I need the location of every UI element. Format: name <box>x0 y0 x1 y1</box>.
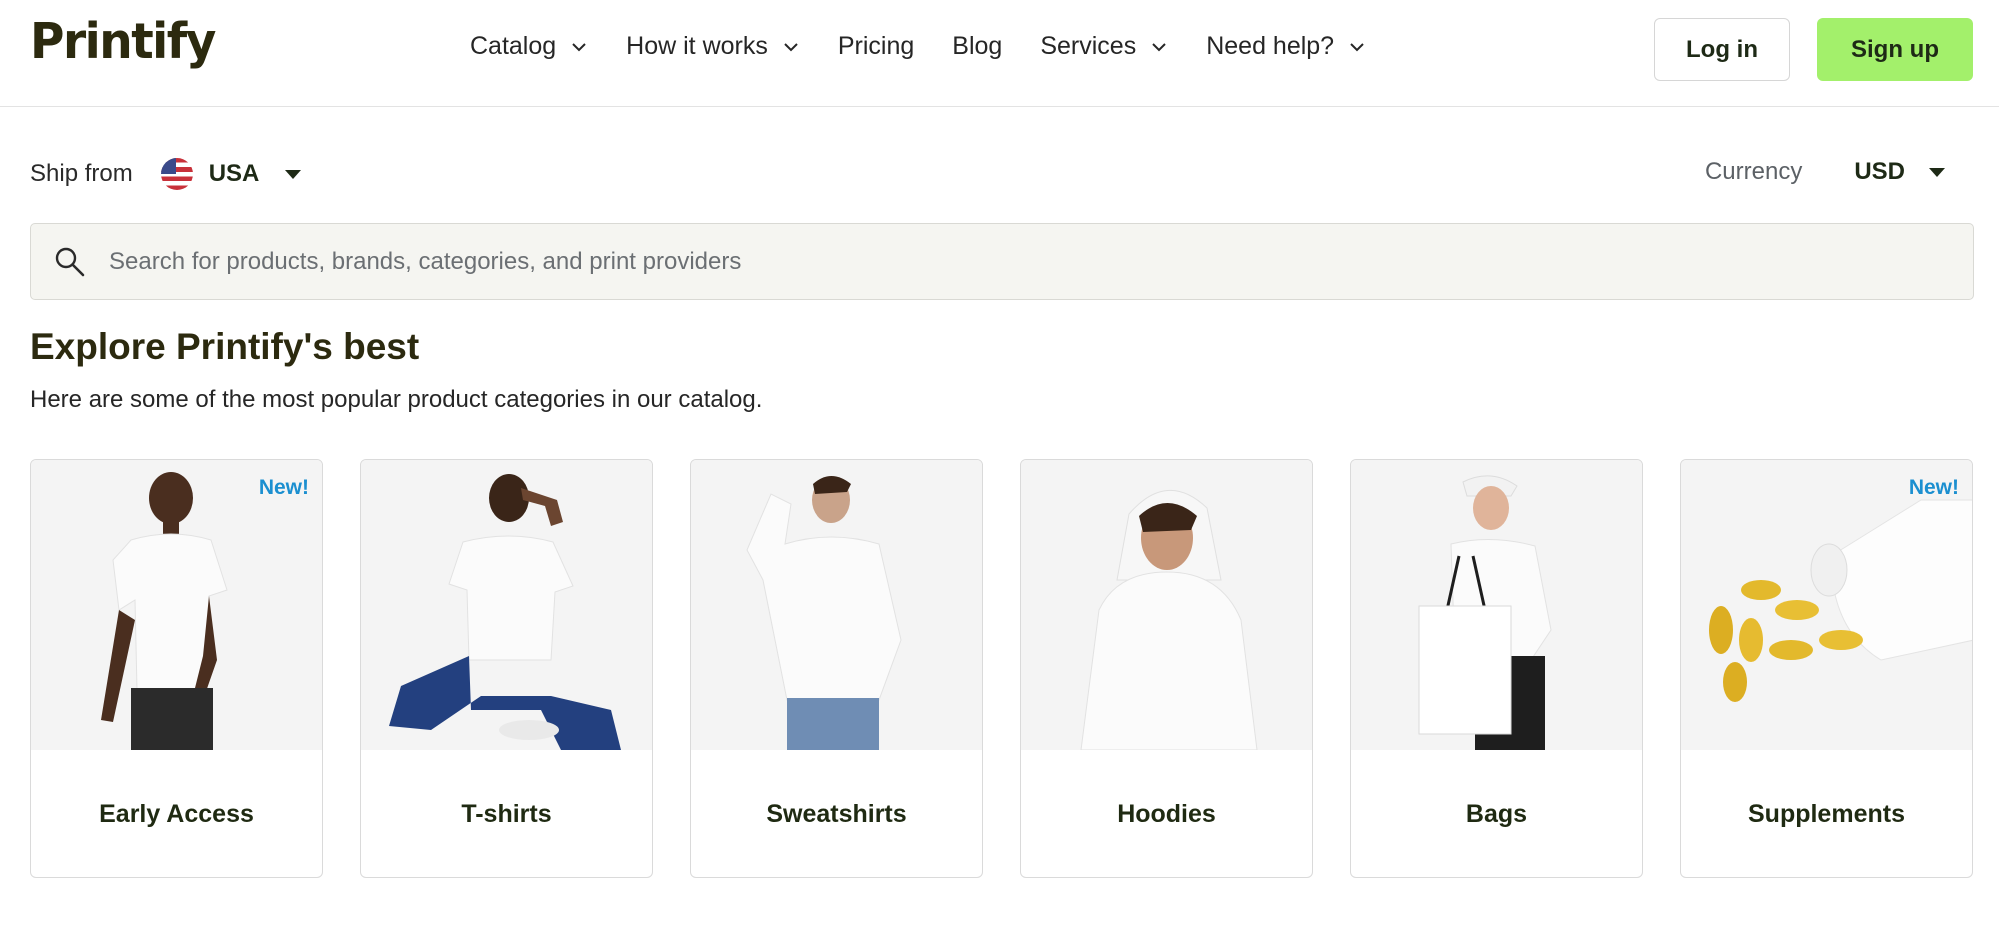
main-nav: Catalog How it works Pricing Blog Servic… <box>470 32 1404 61</box>
category-card-early-access[interactable]: New! Early Access <box>30 459 323 878</box>
chevron-down-icon <box>1152 42 1166 51</box>
category-card-t-shirts[interactable]: T-shirts <box>360 459 653 878</box>
new-badge: New! <box>1908 476 1959 499</box>
product-image <box>361 460 652 750</box>
nav-catalog-label: Catalog <box>470 32 557 60</box>
caret-down-icon[interactable] <box>285 169 302 179</box>
product-image <box>691 460 982 750</box>
nav-services-label: Services <box>1040 32 1137 60</box>
search-bar[interactable] <box>30 223 1974 300</box>
product-image <box>1351 460 1642 750</box>
nav-need-help[interactable]: Need help? <box>1206 32 1366 61</box>
category-label: T-shirts <box>461 799 552 828</box>
search-input[interactable] <box>109 247 1909 276</box>
section-subtitle: Here are some of the most popular produc… <box>30 386 763 413</box>
product-image: New! <box>1681 460 1972 750</box>
currency-label: Currency <box>1704 158 1803 185</box>
search-icon <box>55 247 85 276</box>
login-button[interactable]: Log in <box>1654 18 1790 81</box>
nav-blog[interactable]: Blog <box>952 32 1002 61</box>
category-card-sweatshirts[interactable]: Sweatshirts <box>690 459 983 878</box>
nav-pricing-label: Pricing <box>837 32 915 60</box>
caret-down-icon[interactable] <box>1929 167 1945 177</box>
ship-from-value: USA <box>208 160 260 187</box>
currency-selector[interactable]: Currency USD <box>1705 158 1945 186</box>
ship-from-selector[interactable]: Ship from USA <box>30 158 302 190</box>
category-card-supplements[interactable]: New! Supplements <box>1680 459 1973 878</box>
category-card-hoodies[interactable]: Hoodies <box>1020 459 1313 878</box>
category-label: Early Access <box>99 799 254 828</box>
us-flag-icon <box>160 158 193 190</box>
category-label: Hoodies <box>1117 799 1216 828</box>
product-image: New! <box>31 460 322 750</box>
category-list: New! Early Access T-shirts Sweatshirts H… <box>30 459 1973 878</box>
printify-logo[interactable]: Printify <box>30 13 216 71</box>
chevron-down-icon <box>572 42 586 51</box>
product-image <box>1021 460 1312 750</box>
category-label: Sweatshirts <box>766 799 907 828</box>
category-card-bags[interactable]: Bags <box>1350 459 1643 878</box>
category-label: Bags <box>1465 799 1528 828</box>
chevron-down-icon <box>1350 42 1364 51</box>
nav-pricing[interactable]: Pricing <box>838 32 914 61</box>
category-label: Supplements <box>1748 799 1905 828</box>
signup-button[interactable]: Sign up <box>1817 18 1973 81</box>
site-header: Printify Catalog How it works Pricing Bl… <box>0 0 1999 107</box>
nav-catalog[interactable]: Catalog <box>470 32 588 61</box>
nav-blog-label: Blog <box>952 32 1003 60</box>
section-title: Explore Printify's best <box>30 326 420 367</box>
currency-value: USD <box>1854 158 1905 185</box>
nav-need-help-label: Need help? <box>1206 32 1335 60</box>
nav-services[interactable]: Services <box>1040 32 1168 61</box>
new-badge: New! <box>258 476 309 499</box>
chevron-down-icon <box>784 42 798 51</box>
nav-how-it-works[interactable]: How it works <box>626 32 800 61</box>
ship-from-label: Ship from <box>30 160 133 187</box>
nav-how-it-works-label: How it works <box>626 32 768 60</box>
